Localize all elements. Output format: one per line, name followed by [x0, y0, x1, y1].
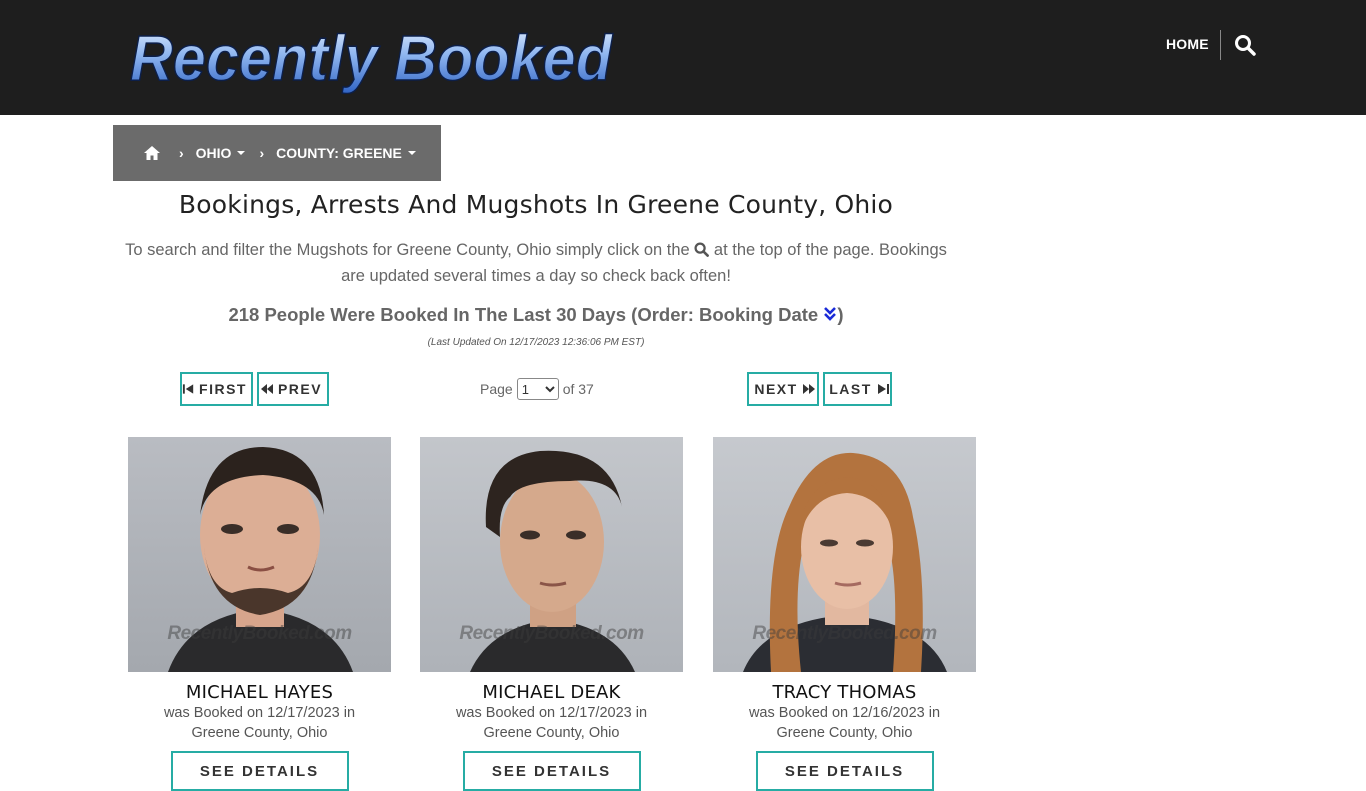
last-page-label: LAST [829, 381, 872, 397]
first-page-button[interactable]: FIRST [180, 372, 253, 406]
top-header: Recently Booked HOME [0, 0, 1366, 115]
home-icon [144, 146, 160, 160]
skip-back-icon [182, 384, 194, 394]
breadcrumb-state-label: OHIO [195, 145, 232, 161]
search-icon [694, 242, 710, 257]
page-selector: Page 1 of 37 [480, 377, 594, 401]
next-page-button[interactable]: NEXT [747, 372, 819, 406]
rewind-icon [260, 384, 273, 394]
breadcrumb: › OHIO › COUNTY: GREENE [113, 125, 441, 181]
page-total: of 37 [562, 381, 594, 397]
see-details-button[interactable]: SEE DETAILS [462, 751, 641, 791]
person-name[interactable]: MICHAEL HAYES [128, 682, 391, 703]
booking-date-text: was Booked on 12/16/2023 in [748, 705, 941, 721]
person-name[interactable]: MICHAEL DEAK [420, 682, 683, 703]
last-updated: (Last Updated On 12/17/2023 12:36:06 PM … [427, 337, 645, 348]
next-page-label: NEXT [754, 381, 798, 397]
logo-text: Recently Booked [130, 22, 614, 94]
fast-forward-icon [802, 384, 815, 394]
chevron-right-icon: › [179, 145, 184, 161]
page-label: Page [480, 381, 513, 397]
photo-watermark: RecentlyBooked.com [167, 623, 352, 644]
booking-description: was Booked on 12/16/2023 in Greene Count… [713, 703, 976, 743]
mugshot-photo[interactable]: RecentlyBooked.com [128, 437, 391, 672]
photo-watermark: RecentlyBooked.com [752, 623, 937, 644]
breadcrumb-state-dropdown[interactable]: OHIO [196, 145, 246, 161]
booking-location-text: Greene County, Ohio [191, 725, 328, 741]
booking-description: was Booked on 12/17/2023 in Greene Count… [420, 703, 683, 743]
booking-date-text: was Booked on 12/17/2023 in [455, 705, 648, 721]
double-chevron-down-icon[interactable] [823, 306, 837, 322]
booking-count-close: ) [837, 304, 844, 325]
booking-count: 218 People Were Booked In The Last 30 Da… [113, 304, 959, 326]
last-page-button[interactable]: LAST [823, 372, 892, 406]
booking-date-text: was Booked on 12/17/2023 in [163, 705, 356, 721]
caret-down-icon [237, 151, 246, 155]
page-title: Bookings, Arrests And Mugshots In Greene… [178, 190, 894, 219]
photo-watermark: RecentlyBooked.com [459, 623, 644, 644]
see-details-button[interactable]: SEE DETAILS [170, 751, 349, 791]
chevron-right-icon: › [259, 145, 265, 161]
booking-description: was Booked on 12/17/2023 in Greene Count… [128, 703, 391, 743]
search-icon[interactable] [1234, 34, 1256, 56]
first-page-label: FIRST [199, 381, 247, 397]
page-select[interactable]: 1 [516, 378, 559, 400]
see-details-button[interactable]: SEE DETAILS [755, 751, 934, 791]
nav-home-link[interactable]: HOME [1166, 36, 1209, 52]
booking-location-text: Greene County, Ohio [483, 725, 620, 741]
breadcrumb-county-label: COUNTY: GREENE [276, 145, 402, 161]
booking-location-text: Greene County, Ohio [776, 725, 913, 741]
mugshot-photo[interactable]: RecentlyBooked.com [420, 437, 683, 672]
caret-down-icon [407, 151, 416, 155]
nav-divider [1220, 30, 1221, 60]
intro-text: To search and filter the Mugshots for Gr… [113, 237, 959, 289]
booking-count-text: 218 People Were Booked In The Last 30 Da… [228, 304, 819, 325]
booking-card[interactable]: RecentlyBooked.com TRACY THOMAS was Book… [713, 437, 976, 791]
prev-page-label: PREV [277, 381, 323, 397]
booking-card[interactable]: RecentlyBooked.com MICHAEL DEAK was Book… [420, 437, 683, 791]
site-logo[interactable]: Recently Booked [126, 18, 616, 94]
breadcrumb-home[interactable] [143, 145, 161, 161]
intro-text-before: To search and filter the Mugshots for Gr… [125, 241, 690, 259]
mugshot-photo[interactable]: RecentlyBooked.com [713, 437, 976, 672]
prev-page-button[interactable]: PREV [257, 372, 329, 406]
skip-forward-icon [877, 384, 889, 394]
booking-card[interactable]: RecentlyBooked.com MICHAEL HAYES was Boo… [128, 437, 391, 791]
breadcrumb-county-dropdown[interactable]: COUNTY: GREENE [276, 145, 416, 161]
person-name[interactable]: TRACY THOMAS [713, 682, 976, 703]
